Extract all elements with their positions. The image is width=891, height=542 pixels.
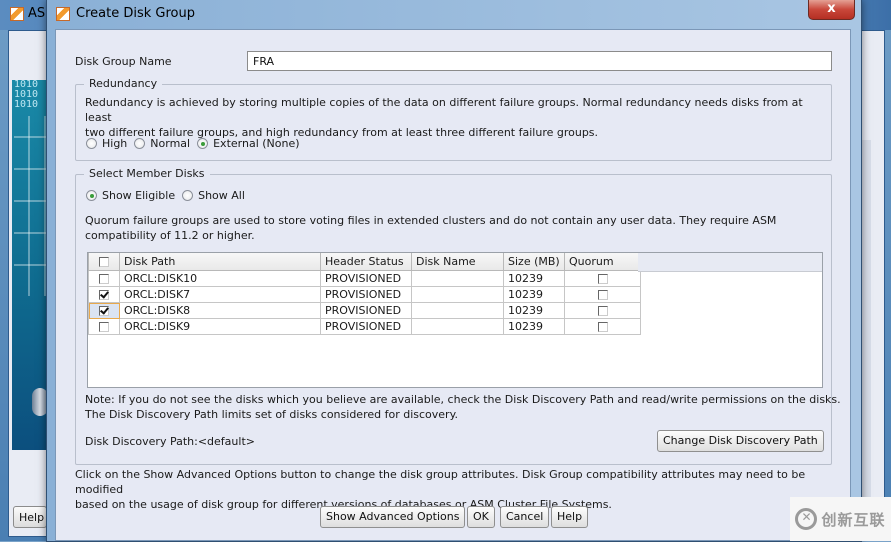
row-select-checkbox[interactable] xyxy=(99,322,109,332)
size-cell: 10239 xyxy=(503,286,565,303)
header-status-cell: PROVISIONED xyxy=(320,318,412,335)
redundancy-description-line1: Redundancy is achieved by storing multip… xyxy=(85,96,803,124)
close-icon: x xyxy=(827,1,836,16)
background-help-button[interactable]: Help xyxy=(13,506,47,528)
column-header-disk-path[interactable]: Disk Path xyxy=(119,253,321,271)
quorum-cell[interactable] xyxy=(564,302,641,319)
show-advanced-options-button[interactable]: Show Advanced Options xyxy=(320,506,466,528)
column-header-size[interactable]: Size (MB) xyxy=(503,253,565,271)
radio-high[interactable]: High xyxy=(86,137,127,150)
quorum-cell[interactable] xyxy=(564,286,641,303)
quorum-cell[interactable] xyxy=(564,270,641,287)
size-cell: 10239 xyxy=(503,318,565,335)
radio-normal-button[interactable] xyxy=(134,138,146,149)
row-select-checkbox[interactable] xyxy=(99,274,109,284)
row-select-checkbox[interactable] xyxy=(99,290,109,300)
quorum-checkbox[interactable] xyxy=(597,322,608,332)
radio-normal-label: Normal xyxy=(150,137,191,150)
disk-path-cell: ORCL:DISK9 xyxy=(119,318,321,335)
discovery-path-label: Disk Discovery Path:<default> xyxy=(85,435,255,448)
dialog-titlebar[interactable]: Create Disk Group x xyxy=(47,0,861,30)
disk-filter-options: Show Eligible Show All xyxy=(86,189,252,202)
cancel-button[interactable]: Cancel xyxy=(500,506,550,528)
discovery-note-line1: Note: If you do not see the disks which … xyxy=(85,393,841,406)
close-button[interactable]: x xyxy=(808,0,855,20)
watermark: 创新互联 xyxy=(790,497,891,541)
quorum-note-line2: compatibility of 11.2 or higher. xyxy=(85,229,255,242)
watermark-logo-icon xyxy=(795,508,818,530)
table-row[interactable]: ORCL:DISK8 PROVISIONED 10239 xyxy=(88,302,641,319)
row-select-cell[interactable] xyxy=(88,286,120,303)
table-header-row: Disk Path Header Status Disk Name Size (… xyxy=(88,253,641,271)
disk-group-name-label: Disk Group Name xyxy=(75,55,172,68)
column-header-header-status[interactable]: Header Status xyxy=(320,253,412,271)
header-status-cell: PROVISIONED xyxy=(320,302,412,319)
column-header-disk-name[interactable]: Disk Name xyxy=(411,253,504,271)
column-header-quorum[interactable]: Quorum xyxy=(564,253,641,271)
disk-group-name-input[interactable] xyxy=(247,51,832,71)
disk-path-cell: ORCL:DISK7 xyxy=(119,286,321,303)
radio-show-all-button[interactable] xyxy=(182,190,194,201)
row-select-cell[interactable] xyxy=(88,270,120,287)
radio-external-label: External (None) xyxy=(213,137,300,150)
redundancy-group: Redundancy Redundancy is achieved by sto… xyxy=(75,77,832,161)
header-status-cell: PROVISIONED xyxy=(320,286,412,303)
disk-name-cell[interactable] xyxy=(411,270,504,287)
disk-path-cell: ORCL:DISK10 xyxy=(119,270,321,287)
table-row[interactable]: ORCL:DISK9 PROVISIONED 10239 xyxy=(88,318,641,335)
dialog-title: Create Disk Group xyxy=(76,6,195,21)
redundancy-legend: Redundancy xyxy=(84,77,163,90)
select-all-checkbox[interactable] xyxy=(99,257,109,267)
radio-show-eligible-button[interactable] xyxy=(86,190,97,201)
quorum-checkbox[interactable] xyxy=(597,290,608,300)
redundancy-options: High Normal External (None) xyxy=(86,137,307,150)
change-discovery-path-button[interactable]: Change Disk Discovery Path xyxy=(657,430,824,452)
watermark-text: 创新互联 xyxy=(821,510,886,529)
disk-path-cell: ORCL:DISK8 xyxy=(119,302,321,319)
row-select-cell[interactable] xyxy=(88,302,120,319)
radio-show-all[interactable]: Show All xyxy=(182,189,245,202)
table-row[interactable]: ORCL:DISK7 PROVISIONED 10239 xyxy=(88,286,641,303)
radio-external-button[interactable] xyxy=(197,138,209,149)
dialog-content: Disk Group Name Redundancy Redundancy is… xyxy=(55,29,851,541)
select-all-header[interactable] xyxy=(88,253,120,271)
disk-name-cell[interactable] xyxy=(411,302,504,319)
row-select-checkbox[interactable] xyxy=(99,306,109,316)
oracle-app-icon xyxy=(56,6,70,21)
disk-name-cell[interactable] xyxy=(411,318,504,335)
radio-show-eligible-label: Show Eligible xyxy=(102,189,176,202)
radio-external[interactable]: External (None) xyxy=(197,137,300,150)
quorum-checkbox[interactable] xyxy=(597,274,608,284)
oracle-app-icon xyxy=(10,6,24,21)
disk-name-cell[interactable] xyxy=(411,286,504,303)
header-status-cell: PROVISIONED xyxy=(320,270,412,287)
radio-high-button[interactable] xyxy=(86,138,97,149)
radio-normal[interactable]: Normal xyxy=(134,137,190,150)
member-disks-legend: Select Member Disks xyxy=(84,167,210,180)
advanced-note-line1: Click on the Show Advanced Options butto… xyxy=(75,468,806,496)
create-disk-group-dialog: Create Disk Group x Disk Group Name Redu… xyxy=(46,0,862,542)
quorum-cell[interactable] xyxy=(564,318,641,335)
quorum-checkbox[interactable] xyxy=(597,306,608,316)
help-button[interactable]: Help xyxy=(551,506,589,528)
quorum-note-line1: Quorum failure groups are used to store … xyxy=(85,214,777,227)
size-cell: 10239 xyxy=(503,302,565,319)
size-cell: 10239 xyxy=(503,270,565,287)
ok-button[interactable]: OK xyxy=(467,506,495,528)
row-select-cell[interactable] xyxy=(88,318,120,335)
radio-show-all-label: Show All xyxy=(198,189,245,202)
disks-table: Disk Path Header Status Disk Name Size (… xyxy=(87,252,823,388)
table-header-filler xyxy=(638,253,822,272)
discovery-note-line2: The Disk Discovery Path limits set of di… xyxy=(85,408,459,421)
radio-show-eligible[interactable]: Show Eligible xyxy=(86,189,175,202)
radio-high-label: High xyxy=(102,137,128,150)
table-row[interactable]: ORCL:DISK10 PROVISIONED 10239 xyxy=(88,270,641,287)
